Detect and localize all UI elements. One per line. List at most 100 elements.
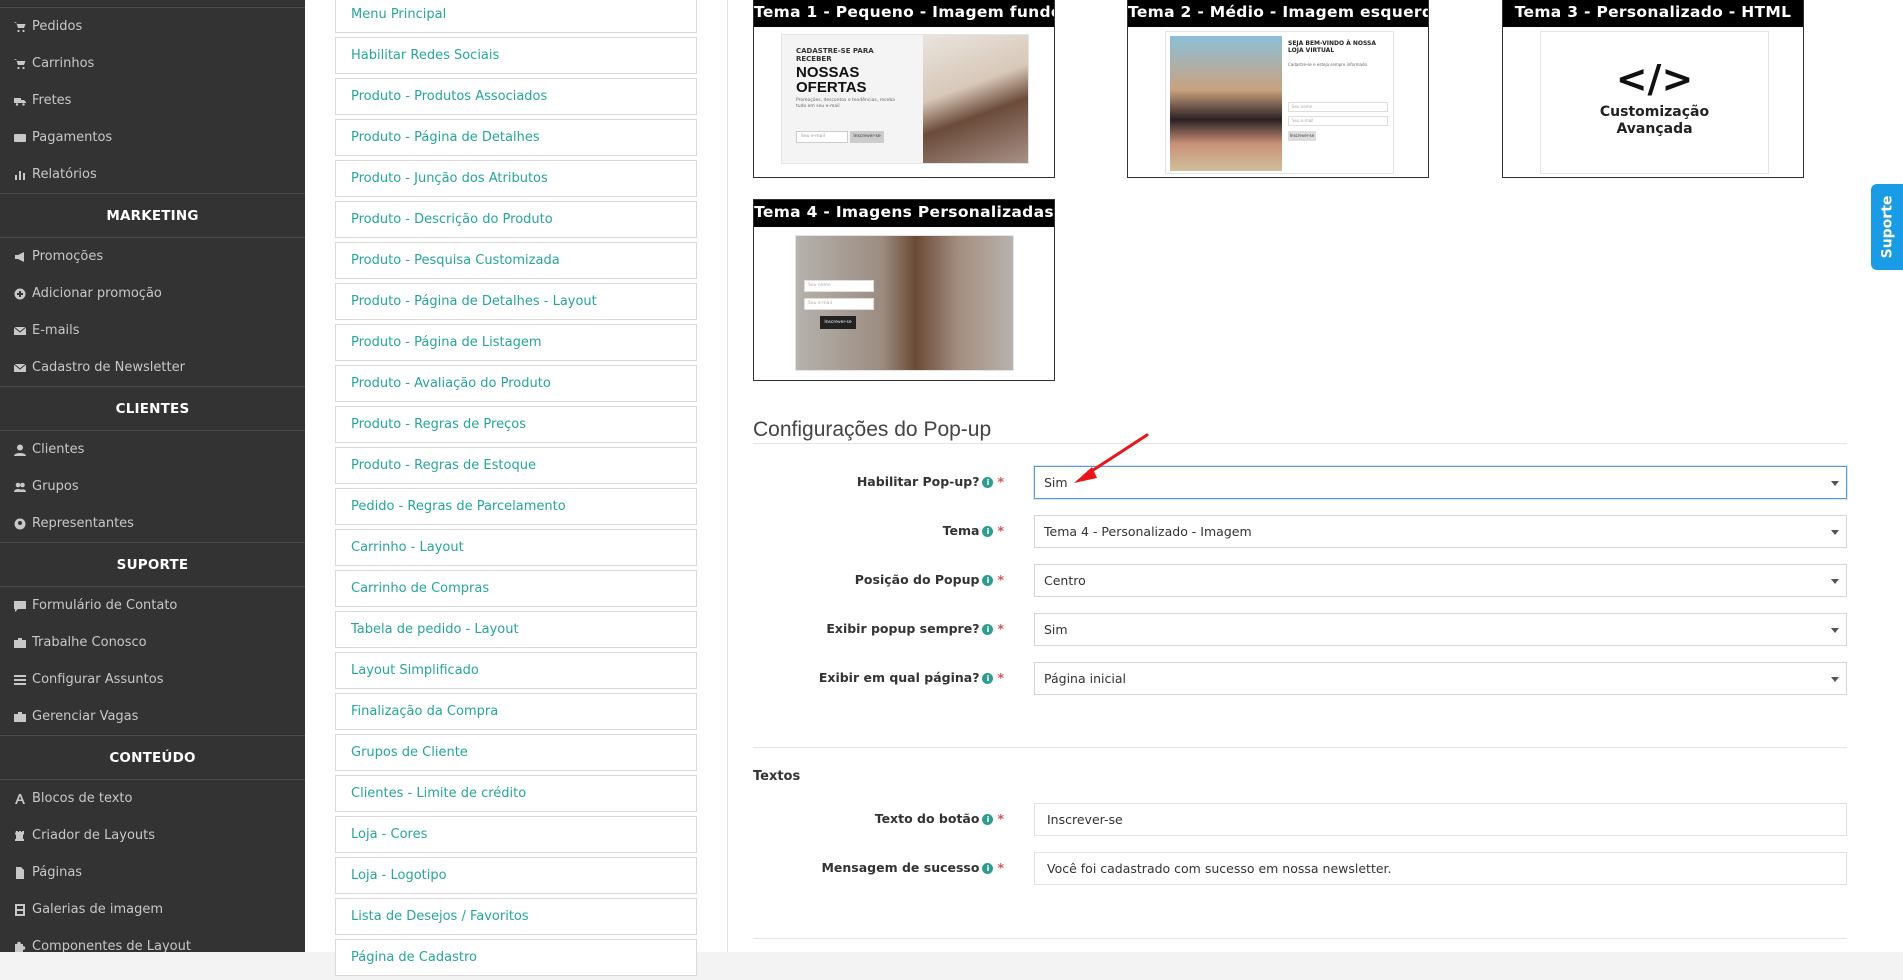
settings-link[interactable]: Tabela de pedido - Layout [335, 611, 697, 648]
sidebar-section-header: MARKETING [0, 193, 305, 238]
sidebar-item[interactable]: Promoções [0, 238, 305, 275]
sidebar-item[interactable]: Clientes [0, 431, 305, 468]
label-text: Exibir popup sempre? [826, 621, 980, 636]
settings-link[interactable]: Produto - Descrição do Produto [335, 201, 697, 238]
preview-heading-small: CADASTRE-SE PARA RECEBER [796, 47, 874, 63]
theme-label: Tema i * [754, 523, 1004, 538]
chevron-down-icon [1831, 530, 1839, 535]
settings-link[interactable]: Grupos de Cliente [335, 734, 697, 771]
sidebar-item-label: Páginas [32, 865, 83, 880]
settings-link[interactable]: Produto - Página de Listagem [335, 324, 697, 361]
sidebar-item-label: Carrinhos [32, 56, 95, 71]
settings-link[interactable]: Loja - Cores [335, 816, 697, 853]
info-icon[interactable]: i [982, 814, 994, 825]
sidebar-item[interactable]: Fretes [0, 82, 305, 119]
support-tab[interactable]: Suporte [1871, 184, 1903, 270]
theme-select[interactable]: Tema 4 - Personalizado - Imagem [1034, 515, 1847, 548]
settings-link[interactable]: Produto - Página de Detalhes - Layout [335, 283, 697, 320]
settings-link[interactable]: Carrinho - Layout [335, 529, 697, 566]
sidebar-item[interactable]: Adicionar promoção [0, 275, 305, 312]
settings-link[interactable]: Produto - Pesquisa Customizada [335, 242, 697, 279]
theme-card-3[interactable]: Tema 3 - Personalizado - HTML </> Custom… [1502, 0, 1804, 178]
sidebar-item[interactable]: Blocos de texto [0, 780, 305, 817]
theme-card-1[interactable]: Tema 1 - Pequeno - Imagem fundo CADASTRE… [753, 0, 1055, 178]
sidebar-item[interactable]: Carrinhos [0, 45, 305, 82]
enable-popup-label: Habilitar Pop-up? i * [754, 474, 1004, 489]
column-divider [727, 0, 728, 952]
chevron-down-icon [1831, 628, 1839, 633]
always-show-select[interactable]: Sim [1034, 613, 1847, 646]
button-text-label: Texto do botão i * [754, 811, 1004, 826]
sidebar-item[interactable]: Trabalhe Conosco [0, 624, 305, 661]
settings-link[interactable]: Produto - Junção dos Atributos [335, 160, 697, 197]
success-message-input[interactable]: Você foi cadastrado com sucesso em nossa… [1034, 852, 1847, 885]
settings-link[interactable]: Finalização da Compra [335, 693, 697, 730]
sidebar-item[interactable]: Configurar Assuntos [0, 661, 305, 698]
settings-link[interactable]: Habilitar Redes Sociais [335, 37, 697, 74]
sidebar-item[interactable]: Gerenciar Vagas [0, 698, 305, 735]
settings-link[interactable]: Página de Cadastro [335, 939, 697, 976]
position-select[interactable]: Centro [1034, 564, 1847, 597]
info-icon[interactable]: i [982, 526, 994, 537]
sidebar-item[interactable]: Componentes de Layout [0, 928, 305, 952]
settings-link[interactable]: Produto - Regras de Estoque [335, 447, 697, 484]
sidebar-section-header: CLIENTES [0, 386, 305, 431]
sidebar-item[interactable]: Formulário de Contato [0, 587, 305, 624]
credit-card-icon [14, 132, 26, 144]
settings-list: Menu Principal Habilitar Redes Sociais Pro… [335, 0, 697, 980]
user-circle-icon [14, 518, 26, 530]
preview-button: Inscrever-se [850, 131, 884, 143]
settings-link[interactable]: Lista de Desejos / Favoritos [335, 898, 697, 935]
info-icon[interactable]: i [982, 624, 994, 635]
texts-section-label: Textos [753, 769, 801, 784]
info-icon[interactable]: i [982, 863, 994, 874]
sidebar-item[interactable]: Criador de Layouts [0, 817, 305, 854]
sidebar-item[interactable]: E-mails [0, 312, 305, 349]
divider [753, 938, 1847, 939]
settings-link[interactable]: Clientes - Limite de crédito [335, 775, 697, 812]
sidebar-item-label: Cadastro de Newsletter [32, 360, 185, 375]
sidebar-item-label: Blocos de texto [32, 791, 133, 806]
select-value: Sim [1044, 622, 1068, 637]
info-icon[interactable]: i [982, 575, 994, 586]
sidebar-item[interactable]: Galerias de imagem [0, 891, 305, 928]
preview-photo [1170, 36, 1282, 171]
required-mark: * [997, 523, 1004, 538]
support-tab-label: Suporte [1879, 195, 1895, 259]
settings-link[interactable]: Pedido - Regras de Parcelamento [335, 488, 697, 525]
page-select[interactable]: Página inicial [1034, 662, 1847, 695]
label-text: Tema [942, 523, 980, 538]
divider [753, 443, 1847, 444]
sidebar-item-label: Fretes [32, 93, 72, 108]
theme-4-preview: Seu nome Seu e-mail Inscrever-se [795, 235, 1014, 371]
sidebar-item[interactable]: Pagamentos [0, 119, 305, 156]
font-icon [14, 793, 26, 805]
label-text: Posição do Popup [854, 572, 980, 587]
sidebar-item[interactable]: Cadastro de Newsletter [0, 349, 305, 386]
theme-card-4[interactable]: Tema 4 - Imagens Personalizadas Seu nome… [753, 199, 1055, 381]
theme-card-2[interactable]: Tema 2 - Médio - Imagem esquerda SEJA BE… [1127, 0, 1429, 178]
info-icon[interactable]: i [982, 673, 994, 684]
settings-link[interactable]: Layout Simplificado [335, 652, 697, 689]
sidebar-item[interactable]: Relatórios [0, 156, 305, 193]
envelope-icon [14, 362, 26, 374]
required-mark: * [997, 474, 1004, 489]
settings-link[interactable]: Menu Principal [335, 0, 697, 33]
sidebar-item[interactable]: Pedidos [0, 8, 305, 45]
settings-link[interactable]: Produto - Página de Detalhes [335, 119, 697, 156]
chevron-down-icon [1831, 677, 1839, 682]
sidebar-item[interactable]: Páginas [0, 854, 305, 891]
settings-link[interactable]: Loja - Logotipo [335, 857, 697, 894]
button-text-input[interactable]: Inscrever-se [1034, 803, 1847, 836]
sidebar-item[interactable]: Grupos [0, 468, 305, 505]
required-mark: * [997, 572, 1004, 587]
enable-popup-select[interactable]: Sim [1034, 466, 1847, 499]
settings-link[interactable]: Produto - Regras de Preços [335, 406, 697, 443]
sidebar-item[interactable]: Representantes [0, 505, 305, 542]
settings-link[interactable]: Produto - Avaliação do Produto [335, 365, 697, 402]
info-icon[interactable]: i [982, 477, 994, 488]
settings-link[interactable]: Carrinho de Compras [335, 570, 697, 607]
sidebar-item-label: Grupos [32, 479, 79, 494]
sidebar-item-label: Formulário de Contato [32, 598, 178, 613]
settings-link[interactable]: Produto - Produtos Associados [335, 78, 697, 115]
